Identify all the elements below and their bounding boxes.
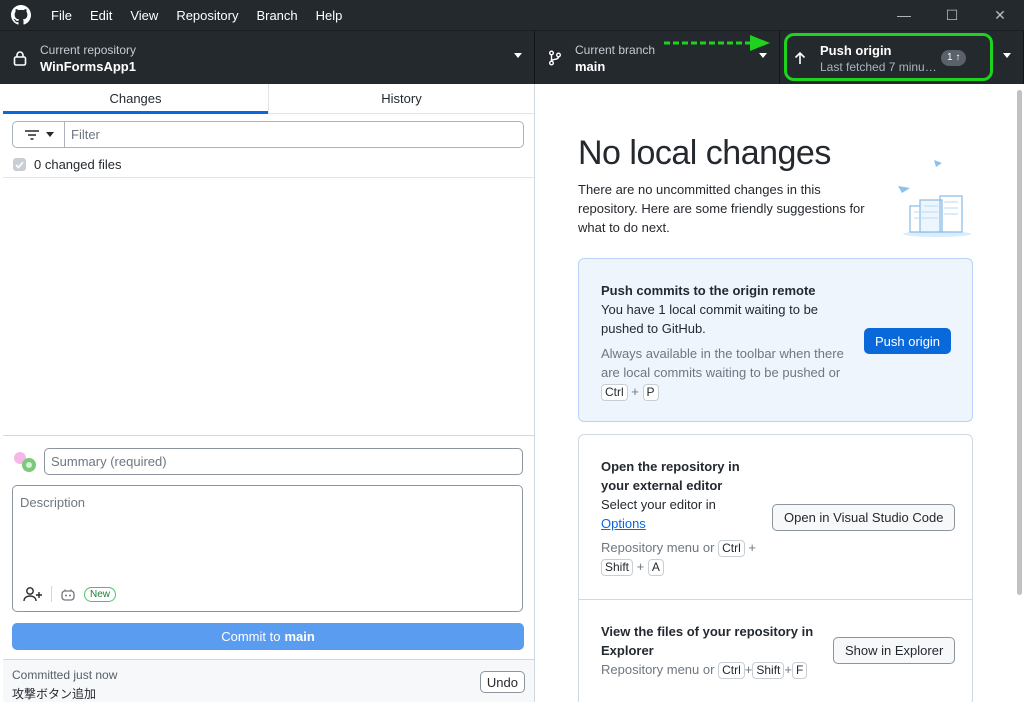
current-branch-value: main [575,58,606,74]
tab-changes[interactable]: Changes [3,84,268,114]
push-commits-card: Push commits to the origin remote You ha… [578,258,973,422]
options-link[interactable]: Options [601,516,646,531]
kbd-f: F [791,662,808,679]
description-placeholder: Description [20,495,86,510]
commit-message-area: Description New Commit to main [3,435,534,659]
menu-help[interactable]: Help [307,0,352,30]
lock-icon [0,50,40,66]
no-changes-description: There are no uncommitted changes in this… [578,182,865,235]
tab-bar: Changes History [3,84,534,114]
push-origin-button[interactable]: Push origin Last fetched 7 minu… 1 ↑ [780,31,1024,85]
explorer-card-title: View the files of your repository in Exp… [601,624,814,658]
tab-history[interactable]: History [268,84,534,113]
kbd-p: P [642,384,659,401]
menu-repository[interactable]: Repository [167,0,247,30]
ahead-count-badge: 1 ↑ [941,50,967,66]
kbd-ctrl: Ctrl [718,662,745,679]
push-card-title: Push commits to the origin remote [601,283,816,298]
changed-files-header: 0 changed files [3,152,534,178]
filter-icon [24,129,39,140]
open-in-editor-button[interactable]: Open in Visual Studio Code [772,504,956,531]
toolbar: Current repository WinFormsApp1 Current … [0,30,1024,85]
last-commit-message: 攻撃ボタン追加 [12,687,97,701]
github-logo-icon [10,4,32,26]
check-icon [15,160,24,169]
copilot-icon[interactable] [60,587,76,601]
push-card-body: You have 1 local commit waiting to be pu… [601,302,819,336]
changes-pane: Changes History 0 changed files Descript… [3,84,535,702]
chevron-down-icon [45,131,54,137]
commit-button[interactable]: Commit to main [12,623,524,650]
description-toolbar: New [23,586,117,602]
push-origin-card-button[interactable]: Push origin [864,328,952,354]
show-explorer-card: View the files of your repository in Exp… [578,599,973,702]
toolbar-divider [51,586,52,602]
last-commit-time: Committed just now [12,668,118,682]
filter-options-button[interactable] [13,122,65,147]
menu-view[interactable]: View [121,0,167,30]
title-bar: File Edit View Repository Branch Help — … [0,0,1024,30]
push-card-hint: Always available in the toolbar when the… [601,346,844,401]
page-title: No local changes [578,134,831,172]
kbd-ctrl: Ctrl [601,384,628,401]
chevron-down-icon [1003,53,1011,58]
menu-file[interactable]: File [42,0,81,30]
window-controls: — ☐ ✕ [880,0,1024,30]
avatar [14,452,36,472]
changed-files-count: 0 changed files [34,157,122,172]
chevron-down-icon [759,53,767,58]
branch-icon [535,50,575,66]
current-branch-label: Current branch [575,42,656,57]
kbd-shift: Shift [752,662,785,679]
kbd-a: A [647,559,664,576]
menu-branch[interactable]: Branch [247,0,306,30]
summary-input[interactable] [44,448,523,475]
last-commit-bar: Committed just now 攻撃ボタン追加 Undo [3,659,534,702]
explorer-card-hint: Repository menu or Ctrl + Shift + F [601,660,816,679]
current-repository-label: Current repository [40,42,137,57]
new-badge: New [84,586,117,602]
filter-input[interactable] [65,122,523,147]
commit-button-prefix: Commit to [221,629,281,644]
filter-row [12,121,524,148]
description-field[interactable]: Description New [12,485,523,612]
empty-state-illustration-icon [898,160,971,237]
add-coauthor-icon[interactable] [23,586,43,602]
kbd-shift: Shift [601,559,634,576]
open-editor-card: Open the repository in your external edi… [578,434,973,600]
kbd-ctrl: Ctrl [718,540,745,557]
commit-button-branch: main [284,629,315,644]
no-changes-pane: No local changes There are no uncommitte… [536,84,1024,702]
scrollbar[interactable] [1017,90,1022,595]
chevron-down-icon [514,53,522,58]
editor-card-body: Select your editor in Options [601,497,716,531]
editor-card-title: Open the repository in your external edi… [601,459,740,493]
current-repository-button[interactable]: Current repository WinFormsApp1 [0,31,535,85]
annotation-arrow-icon [664,35,770,51]
close-button[interactable]: ✕ [976,0,1024,30]
editor-card-hint: Repository menu or Ctrl + Shift + A [601,540,756,576]
undo-button[interactable]: Undo [479,671,525,693]
minimize-button[interactable]: — [880,0,928,30]
maximize-button[interactable]: ☐ [928,0,976,30]
show-in-explorer-button[interactable]: Show in Explorer [833,637,956,664]
select-all-checkbox[interactable] [13,158,26,171]
menu-edit[interactable]: Edit [81,0,121,30]
current-repository-value: WinFormsApp1 [40,58,136,74]
